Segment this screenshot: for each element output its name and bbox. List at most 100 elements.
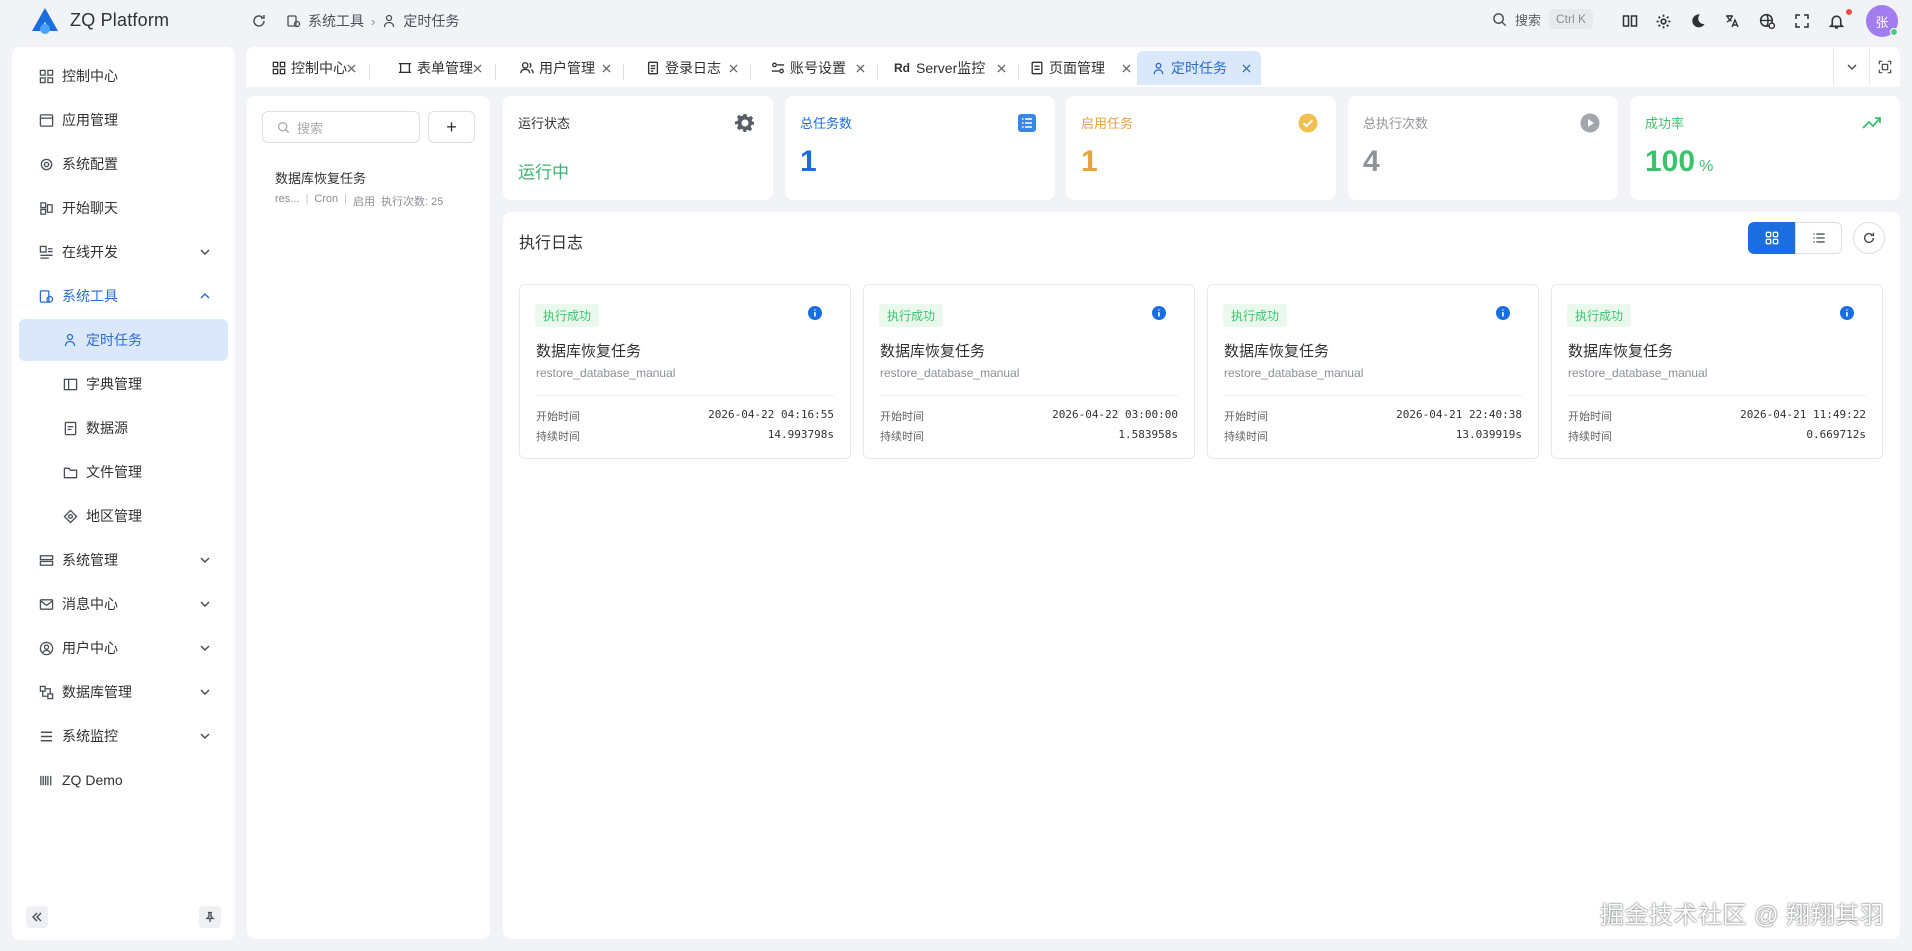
duration-row: 持续时间 0.669712s: [1568, 428, 1866, 444]
bell-icon[interactable]: [1824, 9, 1848, 33]
tab-divider: [495, 64, 496, 80]
stat-card-total-tasks: 总任务数 1: [785, 96, 1055, 200]
global-search-button[interactable]: 搜索 Ctrl K: [1492, 9, 1594, 29]
tab-divider: [369, 64, 370, 80]
sidebar-item-config[interactable]: 系统配置: [19, 143, 228, 185]
log-card[interactable]: 执行成功 数据库恢复任务 restore_database_manual 开始时…: [1551, 284, 1883, 459]
stat-card-enabled-tasks: 启用任务 1: [1066, 96, 1336, 200]
log-card[interactable]: 执行成功 数据库恢复任务 restore_database_manual 开始时…: [863, 284, 1195, 459]
sidebar-item-regions[interactable]: 地区管理: [19, 495, 228, 537]
sidebar-item-db-manage[interactable]: 数据库管理: [19, 671, 228, 713]
chevron-down-icon: [198, 641, 212, 655]
sidebar-item-label: 定时任务: [86, 332, 142, 348]
breadcrumb: 系统工具 › 定时任务: [287, 10, 459, 32]
sidebar-item-label: 用户中心: [62, 640, 118, 656]
sidebar-item-files[interactable]: 文件管理: [19, 451, 228, 493]
book-icon: [62, 376, 78, 392]
refresh-log-button[interactable]: [1853, 222, 1885, 254]
task-meta: res... | Cron | 启用 执行次数: 25: [275, 193, 443, 209]
tab-label: 表单管理: [417, 60, 473, 76]
toolbox-icon: [287, 14, 301, 28]
info-icon[interactable]: [807, 305, 823, 321]
log-card[interactable]: 执行成功 数据库恢复任务 restore_database_manual 开始时…: [519, 284, 851, 459]
trend-up-icon: [1862, 113, 1882, 133]
close-icon[interactable]: [470, 61, 484, 75]
sidebar-item-label: 在线开发: [62, 244, 118, 260]
sidebar-item-messages[interactable]: 消息中心: [19, 583, 228, 625]
sidebar-item-label: 系统配置: [62, 156, 118, 172]
info-icon[interactable]: [1151, 305, 1167, 321]
settings-grid-icon: [38, 552, 54, 568]
tab-scheduled-tasks[interactable]: 定时任务: [1137, 51, 1261, 85]
sidebar-item-monitor[interactable]: 系统监控: [19, 715, 228, 757]
sidebar-item-datasource[interactable]: 数据源: [19, 407, 228, 449]
settings-icon[interactable]: [1651, 9, 1675, 33]
close-icon[interactable]: [726, 61, 740, 75]
sidebar-item-label: 消息中心: [62, 596, 118, 612]
app-window-icon: [38, 112, 54, 128]
sidebar: 控制中心 应用管理 系统配置 开始聊天 在线开发 系统工具 定时任务 字典管理 …: [12, 47, 235, 940]
tab-form-manage[interactable]: 表单管理: [397, 51, 484, 85]
sidebar-item-system-tools[interactable]: 系统工具: [19, 275, 228, 317]
status-badge: 执行成功: [1223, 304, 1288, 327]
translate-icon[interactable]: [1720, 9, 1744, 33]
sidebar-item-label: 系统监控: [62, 728, 118, 744]
sidebar-item-online-dev[interactable]: 在线开发: [19, 231, 228, 273]
sidebar-item-zq-demo[interactable]: ZQ Demo: [19, 759, 228, 801]
breadcrumb-item[interactable]: 系统工具: [308, 11, 364, 31]
close-icon[interactable]: [1239, 61, 1253, 75]
sidebar-item-dashboard[interactable]: 控制中心: [19, 55, 228, 97]
log-card[interactable]: 执行成功 数据库恢复任务 restore_database_manual 开始时…: [1207, 284, 1539, 459]
tab-dropdown-icon[interactable]: [1833, 49, 1869, 85]
form-frame-icon: [397, 61, 412, 76]
sidebar-item-user-center[interactable]: 用户中心: [19, 627, 228, 669]
close-icon[interactable]: [853, 61, 867, 75]
stat-card-run-status: 运行状态 运行中: [503, 96, 773, 200]
book-icon[interactable]: [1618, 9, 1642, 33]
close-icon[interactable]: [344, 61, 358, 75]
tab-login-log[interactable]: 登录日志: [645, 51, 740, 85]
start-time-label: 开始时间: [536, 411, 580, 423]
sidebar-item-scheduled-tasks[interactable]: 定时任务: [19, 319, 228, 361]
search-label: 搜索: [1515, 12, 1542, 28]
start-time-label: 开始时间: [1224, 411, 1268, 423]
sidebar-item-dictionary[interactable]: 字典管理: [19, 363, 228, 405]
task-search-input[interactable]: 搜索: [262, 111, 420, 143]
refresh-icon[interactable]: [249, 11, 269, 31]
meta-divider: |: [305, 193, 309, 205]
tab-account-settings[interactable]: 账号设置: [770, 51, 867, 85]
grid-view-button[interactable]: [1748, 222, 1795, 254]
close-icon[interactable]: [994, 61, 1008, 75]
sidebar-item-system-manage[interactable]: 系统管理: [19, 539, 228, 581]
dark-mode-icon[interactable]: [1686, 9, 1710, 33]
stat-value: 100%: [1645, 145, 1713, 179]
duration-value: 13.039919s: [1455, 428, 1522, 441]
collapse-sidebar-icon[interactable]: [26, 906, 48, 928]
users-icon: [519, 61, 534, 76]
task-list-item[interactable]: 数据库恢复任务: [275, 168, 366, 187]
sidebar-item-apps[interactable]: 应用管理: [19, 99, 228, 141]
tab-user-manage[interactable]: 用户管理: [519, 51, 613, 85]
sidebar-item-label: 开始聊天: [62, 200, 118, 216]
duration-row: 持续时间 1.583958s: [880, 428, 1178, 444]
tab-page-manage[interactable]: 页面管理: [1029, 51, 1133, 85]
list-view-button[interactable]: [1795, 222, 1842, 254]
duration-label: 持续时间: [536, 431, 580, 443]
language-globe-icon[interactable]: [1755, 9, 1779, 33]
info-icon[interactable]: [1839, 305, 1855, 321]
task-trigger: Cron: [314, 193, 339, 205]
tab-server-monitor[interactable]: Rd Server监控: [894, 51, 1008, 85]
user-circle-icon: [38, 640, 54, 656]
close-icon[interactable]: [599, 61, 613, 75]
info-icon[interactable]: [1495, 305, 1511, 321]
close-icon[interactable]: [1119, 61, 1133, 75]
pin-icon[interactable]: [199, 906, 221, 928]
tab-dashboard[interactable]: 控制中心: [271, 51, 358, 85]
content-fullscreen-icon[interactable]: [1869, 49, 1900, 85]
fullscreen-icon[interactable]: [1790, 9, 1814, 33]
add-task-button[interactable]: +: [428, 111, 475, 143]
sidebar-item-chat[interactable]: 开始聊天: [19, 187, 228, 229]
location-icon: [62, 508, 78, 524]
start-time-row: 开始时间 2026-04-22 03:00:00: [880, 408, 1178, 424]
task-runs: 执行次数: 25: [381, 196, 444, 208]
